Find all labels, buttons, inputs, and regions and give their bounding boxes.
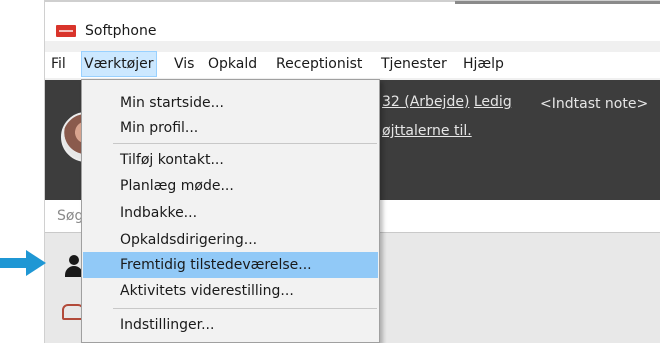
menu-item-min-profil[interactable]: Min profil...: [83, 115, 378, 141]
menu-separator: [113, 143, 377, 144]
arrow-head: [26, 250, 46, 276]
speaker-link[interactable]: øjttalerne til.: [382, 123, 472, 139]
contacts-icon-head: [69, 255, 79, 265]
menu-item-tilfoej-kontakt[interactable]: Tilføj kontakt...: [83, 147, 378, 173]
note-field[interactable]: <Indtast note>: [540, 96, 648, 112]
title-bar: Softphone: [45, 0, 660, 41]
menu-vis[interactable]: Vis: [172, 52, 196, 76]
pointer-arrow-icon: [0, 250, 48, 276]
menu-hjaelp[interactable]: Hjælp: [461, 52, 506, 76]
menu-item-planlaeg-moede[interactable]: Planlæg møde...: [83, 173, 378, 199]
menu-item-opkaldsdirigering[interactable]: Opkaldsdirigering...: [83, 227, 378, 253]
window-title: Softphone: [85, 23, 157, 39]
menu-fil[interactable]: Fil: [49, 52, 68, 76]
call-history-icon[interactable]: [62, 300, 84, 320]
menu-item-aktivitets-viderestilling[interactable]: Aktivitets viderestilling...: [83, 278, 378, 304]
status-link[interactable]: Ledig: [474, 94, 512, 110]
top-edge-bar: [455, 1, 660, 4]
menu-opkald[interactable]: Opkald: [206, 52, 259, 76]
arrow-shaft: [0, 258, 28, 268]
menu-item-indstillinger[interactable]: Indstillinger...: [83, 312, 378, 338]
menu-item-min-startside[interactable]: Min startside...: [83, 90, 378, 116]
menu-tjenester[interactable]: Tjenester: [379, 52, 449, 76]
menu-item-fremtidig-tilstedevaerelse[interactable]: Fremtidig tilstedeværelse...: [83, 252, 378, 278]
menu-vaerktoejer[interactable]: Værktøjer: [81, 51, 157, 77]
app-logo-icon: [56, 25, 76, 37]
menu-separator: [113, 308, 377, 309]
vaerktoejer-dropdown-menu: Min startside... Min profil... Tilføj ko…: [81, 79, 380, 343]
menu-item-indbakke[interactable]: Indbakke...: [83, 200, 378, 226]
search-placeholder: Søg: [57, 208, 84, 224]
menu-bar: Fil Værktøjer Vis Opkald Receptionist Tj…: [45, 51, 660, 78]
presence-link[interactable]: 32 (Arbejde): [382, 94, 469, 110]
menu-receptionist[interactable]: Receptionist: [274, 52, 364, 76]
status-line: 32 (Arbejde) Ledig: [382, 94, 512, 110]
